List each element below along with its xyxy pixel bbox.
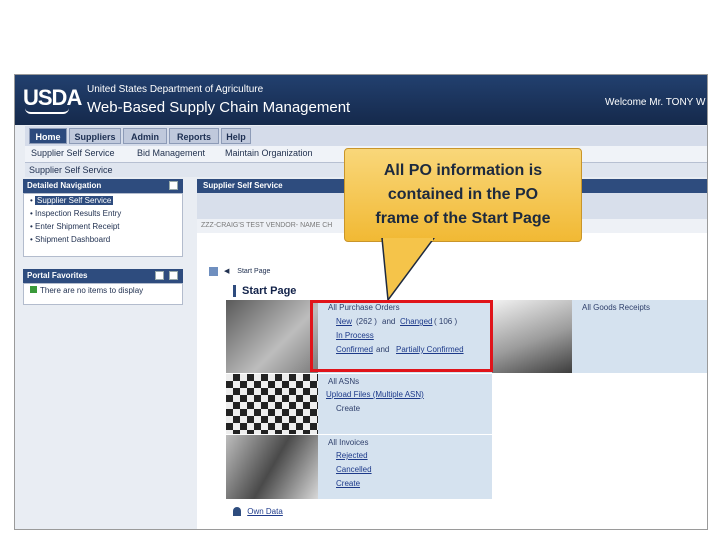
asn-upload-link[interactable]: Upload Files (Multiple ASN)	[326, 390, 424, 399]
asn-section: All ASNs Upload Files (Multiple ASN) Cre…	[318, 374, 492, 434]
page-icon	[209, 267, 218, 276]
app-title: Web-Based Supply Chain Management	[87, 99, 351, 116]
portal-favorites-title: Portal Favorites	[27, 271, 88, 280]
welcome-text: Welcome Mr. TONY W	[605, 97, 706, 108]
keyboard-photo	[492, 300, 572, 373]
callout-line-1: All PO information is	[383, 162, 543, 179]
subnav-supplier-self-service[interactable]: Supplier Self Service	[31, 148, 115, 158]
start-page-link[interactable]: Start Page	[237, 268, 270, 275]
callout-pointer-shape	[381, 238, 435, 302]
nav-item[interactable]: • Inspection Results Entry	[24, 207, 182, 220]
tab-admin[interactable]: Admin	[123, 128, 167, 144]
portal-favorites-body: There are no items to display	[23, 283, 183, 305]
user-icon	[233, 507, 241, 517]
detailed-nav-header: Detailed Navigation	[23, 179, 183, 193]
collapse-icon[interactable]	[169, 181, 178, 190]
subnav-maintain-organization[interactable]: Maintain Organization	[225, 148, 313, 158]
own-data-row: Own Data	[233, 507, 283, 517]
nav-item[interactable]: • Shipment Dashboard	[24, 233, 182, 246]
goods-receipts-section: All Goods Receipts	[572, 300, 707, 373]
nav-item-label: Enter Shipment Receipt	[35, 222, 120, 231]
own-data-link[interactable]: Own Data	[247, 507, 283, 516]
left-navigation-pane: Detailed Navigation • Supplier Self Serv…	[23, 179, 183, 309]
callout-line-2: contained in the PO	[387, 186, 539, 203]
asn-title[interactable]: All ASNs	[328, 377, 359, 386]
subnav-bid-management[interactable]: Bid Management	[137, 148, 205, 158]
invoices-section: All Invoices Rejected Cancelled Create	[318, 435, 492, 499]
person-writing-photo	[226, 435, 318, 499]
empty-message-text: There are no items to display	[40, 286, 144, 295]
breadcrumb-text[interactable]: Supplier Self Service	[29, 165, 113, 175]
portal-favorites-header: Portal Favorites	[23, 269, 183, 283]
nav-item[interactable]: • Enter Shipment Receipt	[24, 220, 182, 233]
logo-swoosh	[25, 108, 69, 114]
callout-text: All PO information is contained in the P…	[345, 159, 581, 231]
goods-receipts-link[interactable]: All Goods Receipts	[582, 303, 650, 312]
callout-pointer	[381, 238, 435, 302]
invoices-create-link[interactable]: Create	[336, 479, 360, 488]
po-highlight-box	[310, 300, 493, 372]
top-navigation: Home Suppliers Admin Reports Help	[25, 126, 707, 147]
department-name: United States Department of Agriculture	[87, 84, 264, 95]
tab-reports[interactable]: Reports	[169, 128, 219, 144]
tab-suppliers[interactable]: Suppliers	[69, 128, 121, 144]
meeting-photo	[226, 300, 318, 373]
invoices-rejected-link[interactable]: Rejected	[336, 451, 368, 460]
favorites-edit-icon[interactable]	[155, 271, 164, 280]
start-page-link-row: ◀ Start Page	[209, 267, 270, 276]
collapse-icon[interactable]	[169, 271, 178, 280]
tab-help[interactable]: Help	[221, 128, 251, 144]
callout-line-3: frame of the Start Page	[375, 210, 551, 227]
empty-message: There are no items to display	[24, 284, 182, 297]
back-arrow-icon[interactable]: ◀	[224, 267, 229, 275]
tab-home[interactable]: Home	[29, 128, 67, 144]
detailed-nav-list: • Supplier Self Service • Inspection Res…	[23, 193, 183, 257]
info-icon	[30, 286, 37, 293]
annotation-callout: All PO information is contained in the P…	[344, 148, 582, 242]
nav-item-label: Supplier Self Service	[35, 196, 114, 205]
checkered-flag-photo	[226, 374, 318, 434]
usda-banner: USDA United States Department of Agricul…	[15, 75, 707, 125]
nav-item-label: Inspection Results Entry	[35, 209, 122, 218]
detailed-nav-title: Detailed Navigation	[27, 181, 102, 190]
callout-pointer-join	[383, 238, 433, 241]
invoices-title[interactable]: All Invoices	[328, 438, 368, 447]
invoices-cancelled-link[interactable]: Cancelled	[336, 465, 372, 474]
nav-item-label: Shipment Dashboard	[35, 235, 111, 244]
asn-create-link[interactable]: Create	[336, 404, 360, 413]
start-page-title: Start Page	[233, 285, 702, 297]
nav-item[interactable]: • Supplier Self Service	[24, 194, 182, 207]
